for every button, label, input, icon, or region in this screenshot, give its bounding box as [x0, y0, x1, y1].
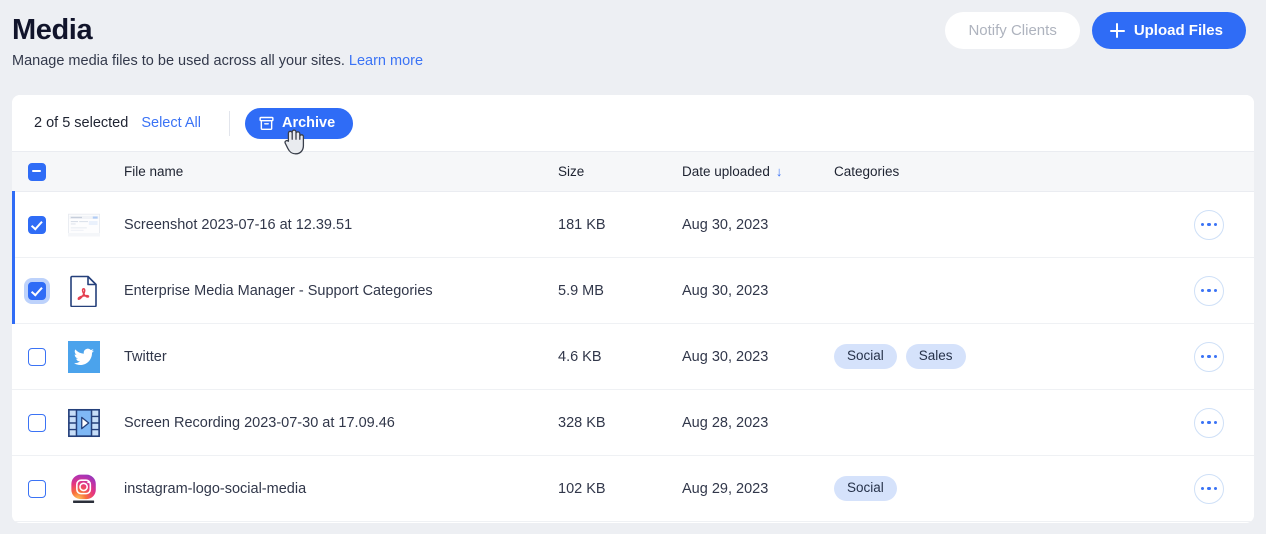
row-checkbox-cell: [12, 215, 55, 234]
row-file-name[interactable]: Enterprise Media Manager - Support Categ…: [112, 283, 558, 299]
ellipsis-dot: [1207, 420, 1211, 425]
column-header-date-label: Date uploaded: [682, 164, 770, 179]
selection-toolbar: 2 of 5 selected Select All Archive: [12, 95, 1254, 152]
page-subtitle-text: Manage media files to be used across all…: [12, 53, 345, 69]
row-thumbnail-cell: [55, 340, 112, 373]
header-actions: Notify Clients Upload Files: [945, 12, 1246, 49]
instagram-logo-icon: [70, 474, 96, 503]
select-all-link[interactable]: Select All: [141, 115, 201, 131]
archive-box-icon: [259, 116, 274, 130]
selection-count: 2 of 5 selected: [34, 115, 129, 131]
ellipsis-dot: [1213, 486, 1218, 491]
row-file-size: 5.9 MB: [558, 282, 604, 299]
row-checkbox-cell: [12, 281, 55, 300]
ellipsis-dot: [1213, 288, 1218, 293]
header-checkbox-cell: [12, 162, 55, 181]
row-more-actions-button[interactable]: [1194, 275, 1224, 306]
row-date-uploaded: Aug 30, 2023: [682, 348, 769, 365]
row-file-size: 181 KB: [558, 216, 606, 233]
category-badge[interactable]: Social: [834, 476, 897, 501]
row-file-size: 328 KB: [558, 414, 606, 431]
ellipsis-dot: [1213, 222, 1218, 227]
row-file-name[interactable]: Screen Recording 2023-07-30 at 17.09.46: [112, 415, 558, 431]
column-header-categories-label: Categories: [834, 164, 900, 179]
learn-more-link[interactable]: Learn more: [349, 53, 423, 69]
row-file-size: 102 KB: [558, 480, 606, 497]
select-all-checkbox[interactable]: [28, 162, 46, 181]
ellipsis-dot: [1200, 288, 1205, 293]
table-row[interactable]: instagram-logo-social-media 102 KB Aug 2…: [12, 456, 1254, 522]
table-header-row: File name Size Date uploaded ↓ Categories: [12, 152, 1254, 192]
toolbar-divider: [228, 110, 230, 136]
column-header-date-uploaded[interactable]: Date uploaded ↓: [682, 164, 834, 179]
row-actions-cell: [1164, 473, 1254, 504]
twitter-logo-icon: [67, 340, 100, 373]
row-actions-cell: [1164, 341, 1254, 372]
row-actions-cell: [1164, 275, 1254, 306]
row-select-checkbox[interactable]: [28, 479, 46, 498]
row-actions-cell: [1164, 407, 1254, 438]
row-file-name[interactable]: instagram-logo-social-media: [112, 481, 558, 497]
row-date-uploaded: Aug 30, 2023: [682, 282, 769, 299]
row-date-uploaded: Aug 28, 2023: [682, 414, 769, 431]
archive-label: Archive: [281, 115, 336, 131]
table-row[interactable]: Twitter 4.6 KB Aug 30, 2023 Social Sales: [12, 324, 1254, 390]
row-file-name[interactable]: Screenshot 2023-07-16 at 12.39.51: [112, 217, 558, 233]
plus-icon: [1109, 23, 1125, 38]
row-file-name[interactable]: Twitter: [112, 349, 558, 365]
row-thumbnail-cell: [55, 275, 112, 307]
ellipsis-dot: [1200, 420, 1205, 425]
ellipsis-dot: [1213, 354, 1218, 359]
row-categories: Social Sales: [834, 344, 1164, 369]
ellipsis-dot: [1207, 354, 1211, 359]
notify-clients-button[interactable]: Notify Clients: [945, 12, 1080, 49]
row-categories: Social: [834, 476, 1164, 501]
pdf-file-icon: [69, 275, 97, 307]
table-row[interactable]: Screen Recording 2023-07-30 at 17.09.46 …: [12, 390, 1254, 456]
ellipsis-dot: [1200, 222, 1205, 227]
row-select-checkbox[interactable]: [28, 281, 46, 300]
row-thumbnail-cell: [55, 473, 112, 505]
upload-files-button[interactable]: Upload Files: [1091, 12, 1246, 49]
page-subtitle: Manage media files to be used across all…: [12, 51, 1246, 71]
sort-descending-icon: ↓: [775, 164, 783, 179]
column-header-file-name[interactable]: File name: [112, 164, 558, 179]
row-select-checkbox[interactable]: [28, 347, 46, 366]
row-more-actions-button[interactable]: [1194, 473, 1224, 504]
video-film-icon: [67, 408, 100, 437]
row-date-uploaded: Aug 29, 2023: [682, 480, 769, 497]
row-thumbnail-cell: [55, 407, 112, 439]
table-body: Screenshot 2023-07-16 at 12.39.51 181 KB…: [12, 191, 1254, 522]
row-checkbox-cell: [12, 347, 55, 366]
category-badge[interactable]: Social: [834, 344, 897, 369]
column-header-size[interactable]: Size: [558, 164, 682, 179]
row-select-checkbox[interactable]: [28, 215, 46, 234]
row-more-actions-button[interactable]: [1194, 407, 1224, 438]
screenshot-thumbnail: [67, 213, 100, 236]
row-checkbox-cell: [12, 479, 55, 498]
row-more-actions-button[interactable]: [1194, 341, 1224, 372]
media-table-card: 2 of 5 selected Select All Archive File …: [12, 95, 1254, 523]
archive-button[interactable]: Archive: [244, 107, 354, 139]
ellipsis-dot: [1200, 354, 1205, 359]
page-header: Media Manage media files to be used acro…: [0, 0, 1266, 95]
row-checkbox-cell: [12, 413, 55, 432]
row-date-uploaded: Aug 30, 2023: [682, 216, 769, 233]
column-header-categories[interactable]: Categories: [834, 164, 1164, 179]
ellipsis-dot: [1200, 486, 1205, 491]
ellipsis-dot: [1207, 486, 1211, 491]
row-actions-cell: [1164, 209, 1254, 240]
ellipsis-dot: [1207, 288, 1211, 293]
table-row[interactable]: Screenshot 2023-07-16 at 12.39.51 181 KB…: [12, 191, 1254, 258]
row-file-size: 4.6 KB: [558, 348, 602, 365]
ellipsis-dot: [1207, 222, 1211, 227]
table-row[interactable]: Enterprise Media Manager - Support Categ…: [12, 257, 1254, 324]
row-more-actions-button[interactable]: [1194, 209, 1224, 240]
row-select-checkbox[interactable]: [28, 413, 46, 432]
upload-files-label: Upload Files: [1133, 22, 1223, 39]
row-thumbnail-cell: [55, 209, 112, 241]
category-badge[interactable]: Sales: [905, 344, 966, 369]
ellipsis-dot: [1213, 420, 1218, 425]
